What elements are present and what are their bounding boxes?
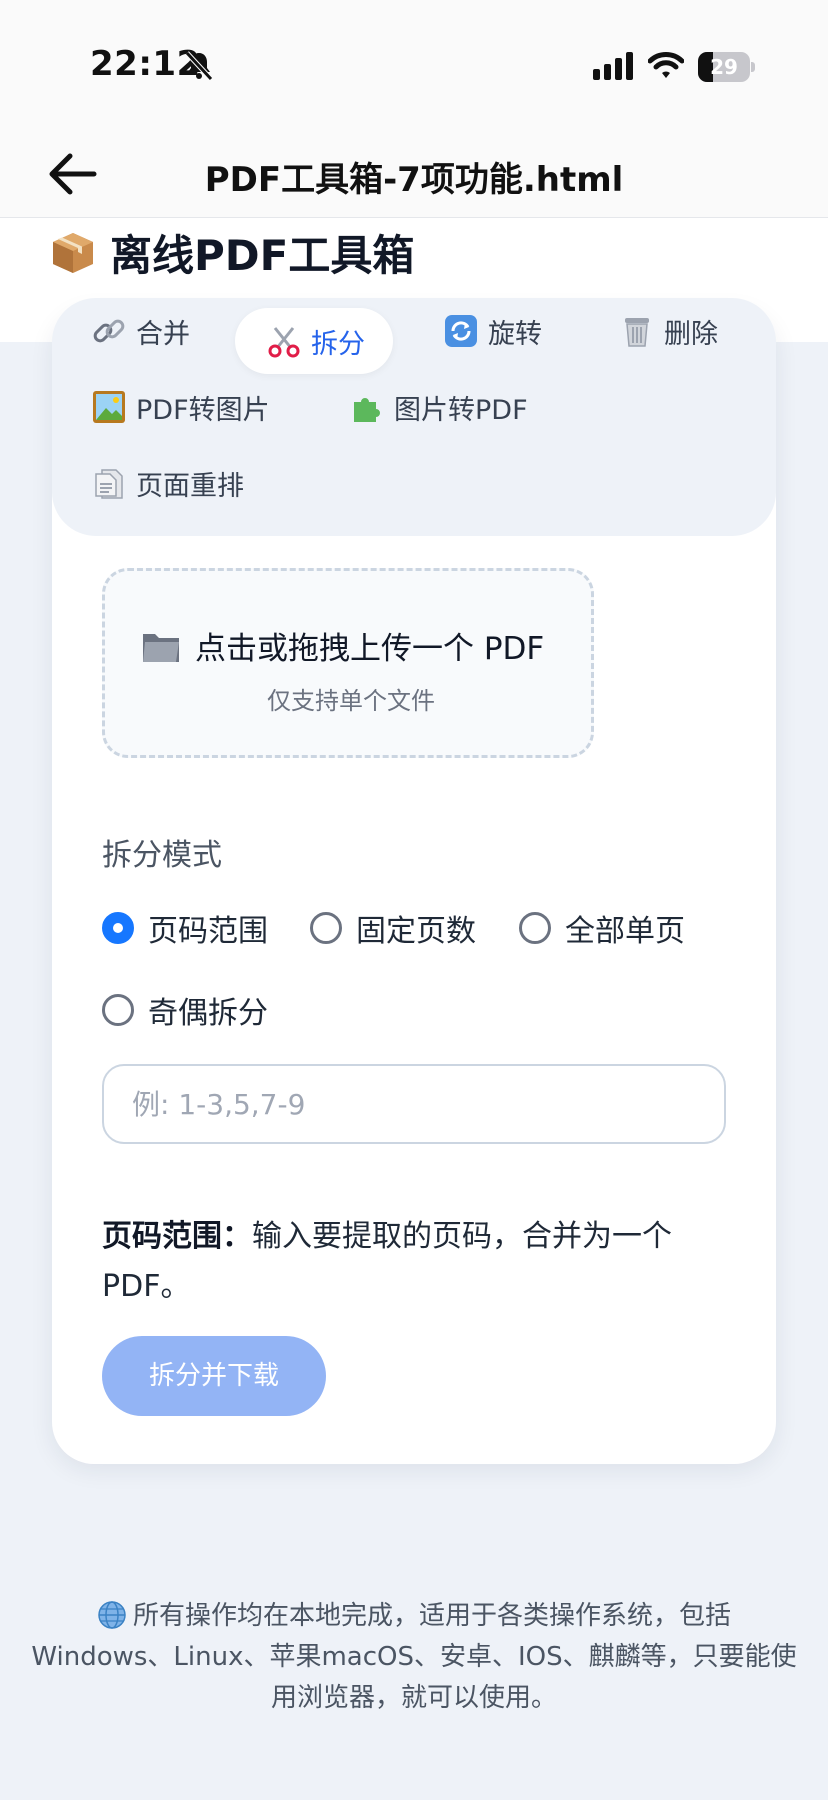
document-icon xyxy=(95,469,123,499)
radio-page-range[interactable]: 页码范围 xyxy=(102,906,268,950)
wifi-icon xyxy=(648,52,684,78)
bell-muted-icon xyxy=(185,51,213,81)
radio-odd-even[interactable]: 奇偶拆分 xyxy=(102,988,268,1032)
split-mode-label: 拆分模式 xyxy=(102,838,222,873)
scissors-icon xyxy=(268,327,300,358)
radio-dot xyxy=(519,912,551,944)
tab-split[interactable]: 拆分 xyxy=(235,308,393,374)
footer-note: 所有操作均在本地完成，适用于各类操作系统，包括Windows、Linux、苹果m… xyxy=(30,1596,798,1719)
description-title: 页码范围： xyxy=(102,1219,252,1254)
trash-icon xyxy=(625,318,649,347)
tab-label: 删除 xyxy=(664,318,718,350)
split-description: 页码范围：输入要提取的页码，合并为一个PDF。 xyxy=(102,1212,732,1312)
nav-title: PDF工具箱-7项功能.html xyxy=(204,160,624,200)
nav-bar: PDF工具箱-7项功能.html xyxy=(0,130,828,218)
radio-all-single[interactable]: 全部单页 xyxy=(519,906,685,950)
radio-dot xyxy=(102,994,134,1026)
tab-label: 旋转 xyxy=(488,318,542,350)
radio-dot xyxy=(310,912,342,944)
page-title-text: 离线PDF工具箱 xyxy=(110,231,415,280)
radio-label: 全部单页 xyxy=(565,914,685,949)
tab-label: 图片转PDF xyxy=(394,394,528,426)
link-icon xyxy=(93,319,125,343)
tab-reorder-pages[interactable]: 页面重排 xyxy=(92,450,244,516)
tool-tabs: 合并 拆分 旋转 删除 PDF转图片 图片转PDF 页面重排 xyxy=(52,298,776,536)
cellular-signal-icon xyxy=(593,52,633,80)
tab-delete[interactable]: 删除 xyxy=(620,298,718,364)
radio-label: 固定页数 xyxy=(356,914,476,949)
tab-label: 页面重排 xyxy=(136,470,244,502)
app-screen: 22:12 29 PDF工具箱-7项功能.html 离线PDF工具箱 合并 拆分… xyxy=(0,0,828,1800)
footer-text: 所有操作均在本地完成，适用于各类操作系统，包括Windows、Linux、苹果m… xyxy=(31,1601,797,1713)
puzzle-icon xyxy=(354,398,380,422)
status-bar: 22:12 29 xyxy=(0,0,828,130)
dropzone-title-text: 点击或拖拽上传一个 PDF xyxy=(195,631,545,667)
rotate-icon xyxy=(445,315,477,347)
tab-pdf-to-image[interactable]: PDF转图片 xyxy=(92,374,270,440)
tab-label: 合并 xyxy=(136,318,190,350)
tab-image-to-pdf[interactable]: 图片转PDF xyxy=(350,374,528,440)
radio-dot xyxy=(102,912,134,944)
split-download-button[interactable]: 拆分并下载 xyxy=(102,1336,326,1416)
battery-percent: 29 xyxy=(710,55,738,79)
package-icon xyxy=(53,232,93,273)
radio-label: 奇偶拆分 xyxy=(148,996,268,1031)
battery-indicator: 29 xyxy=(698,52,755,82)
tab-rotate[interactable]: 旋转 xyxy=(444,298,542,364)
radio-label: 页码范围 xyxy=(148,914,268,949)
globe-icon xyxy=(98,1601,126,1629)
picture-icon xyxy=(93,391,125,423)
dropzone-subtitle: 仅支持单个文件 xyxy=(267,687,435,715)
tab-label: PDF转图片 xyxy=(136,394,270,426)
page-title: 离线PDF工具箱 xyxy=(50,222,414,283)
tab-label: 拆分 xyxy=(311,328,365,360)
tab-merge[interactable]: 合并 xyxy=(92,298,190,364)
pdf-upload-dropzone[interactable]: 点击或拖拽上传一个 PDF 仅支持单个文件 xyxy=(102,568,594,758)
page-range-input[interactable] xyxy=(102,1064,726,1144)
folder-icon xyxy=(143,633,179,662)
dropzone-title: 点击或拖拽上传一个 PDF xyxy=(141,623,544,668)
radio-fixed-pages[interactable]: 固定页数 xyxy=(310,906,476,950)
